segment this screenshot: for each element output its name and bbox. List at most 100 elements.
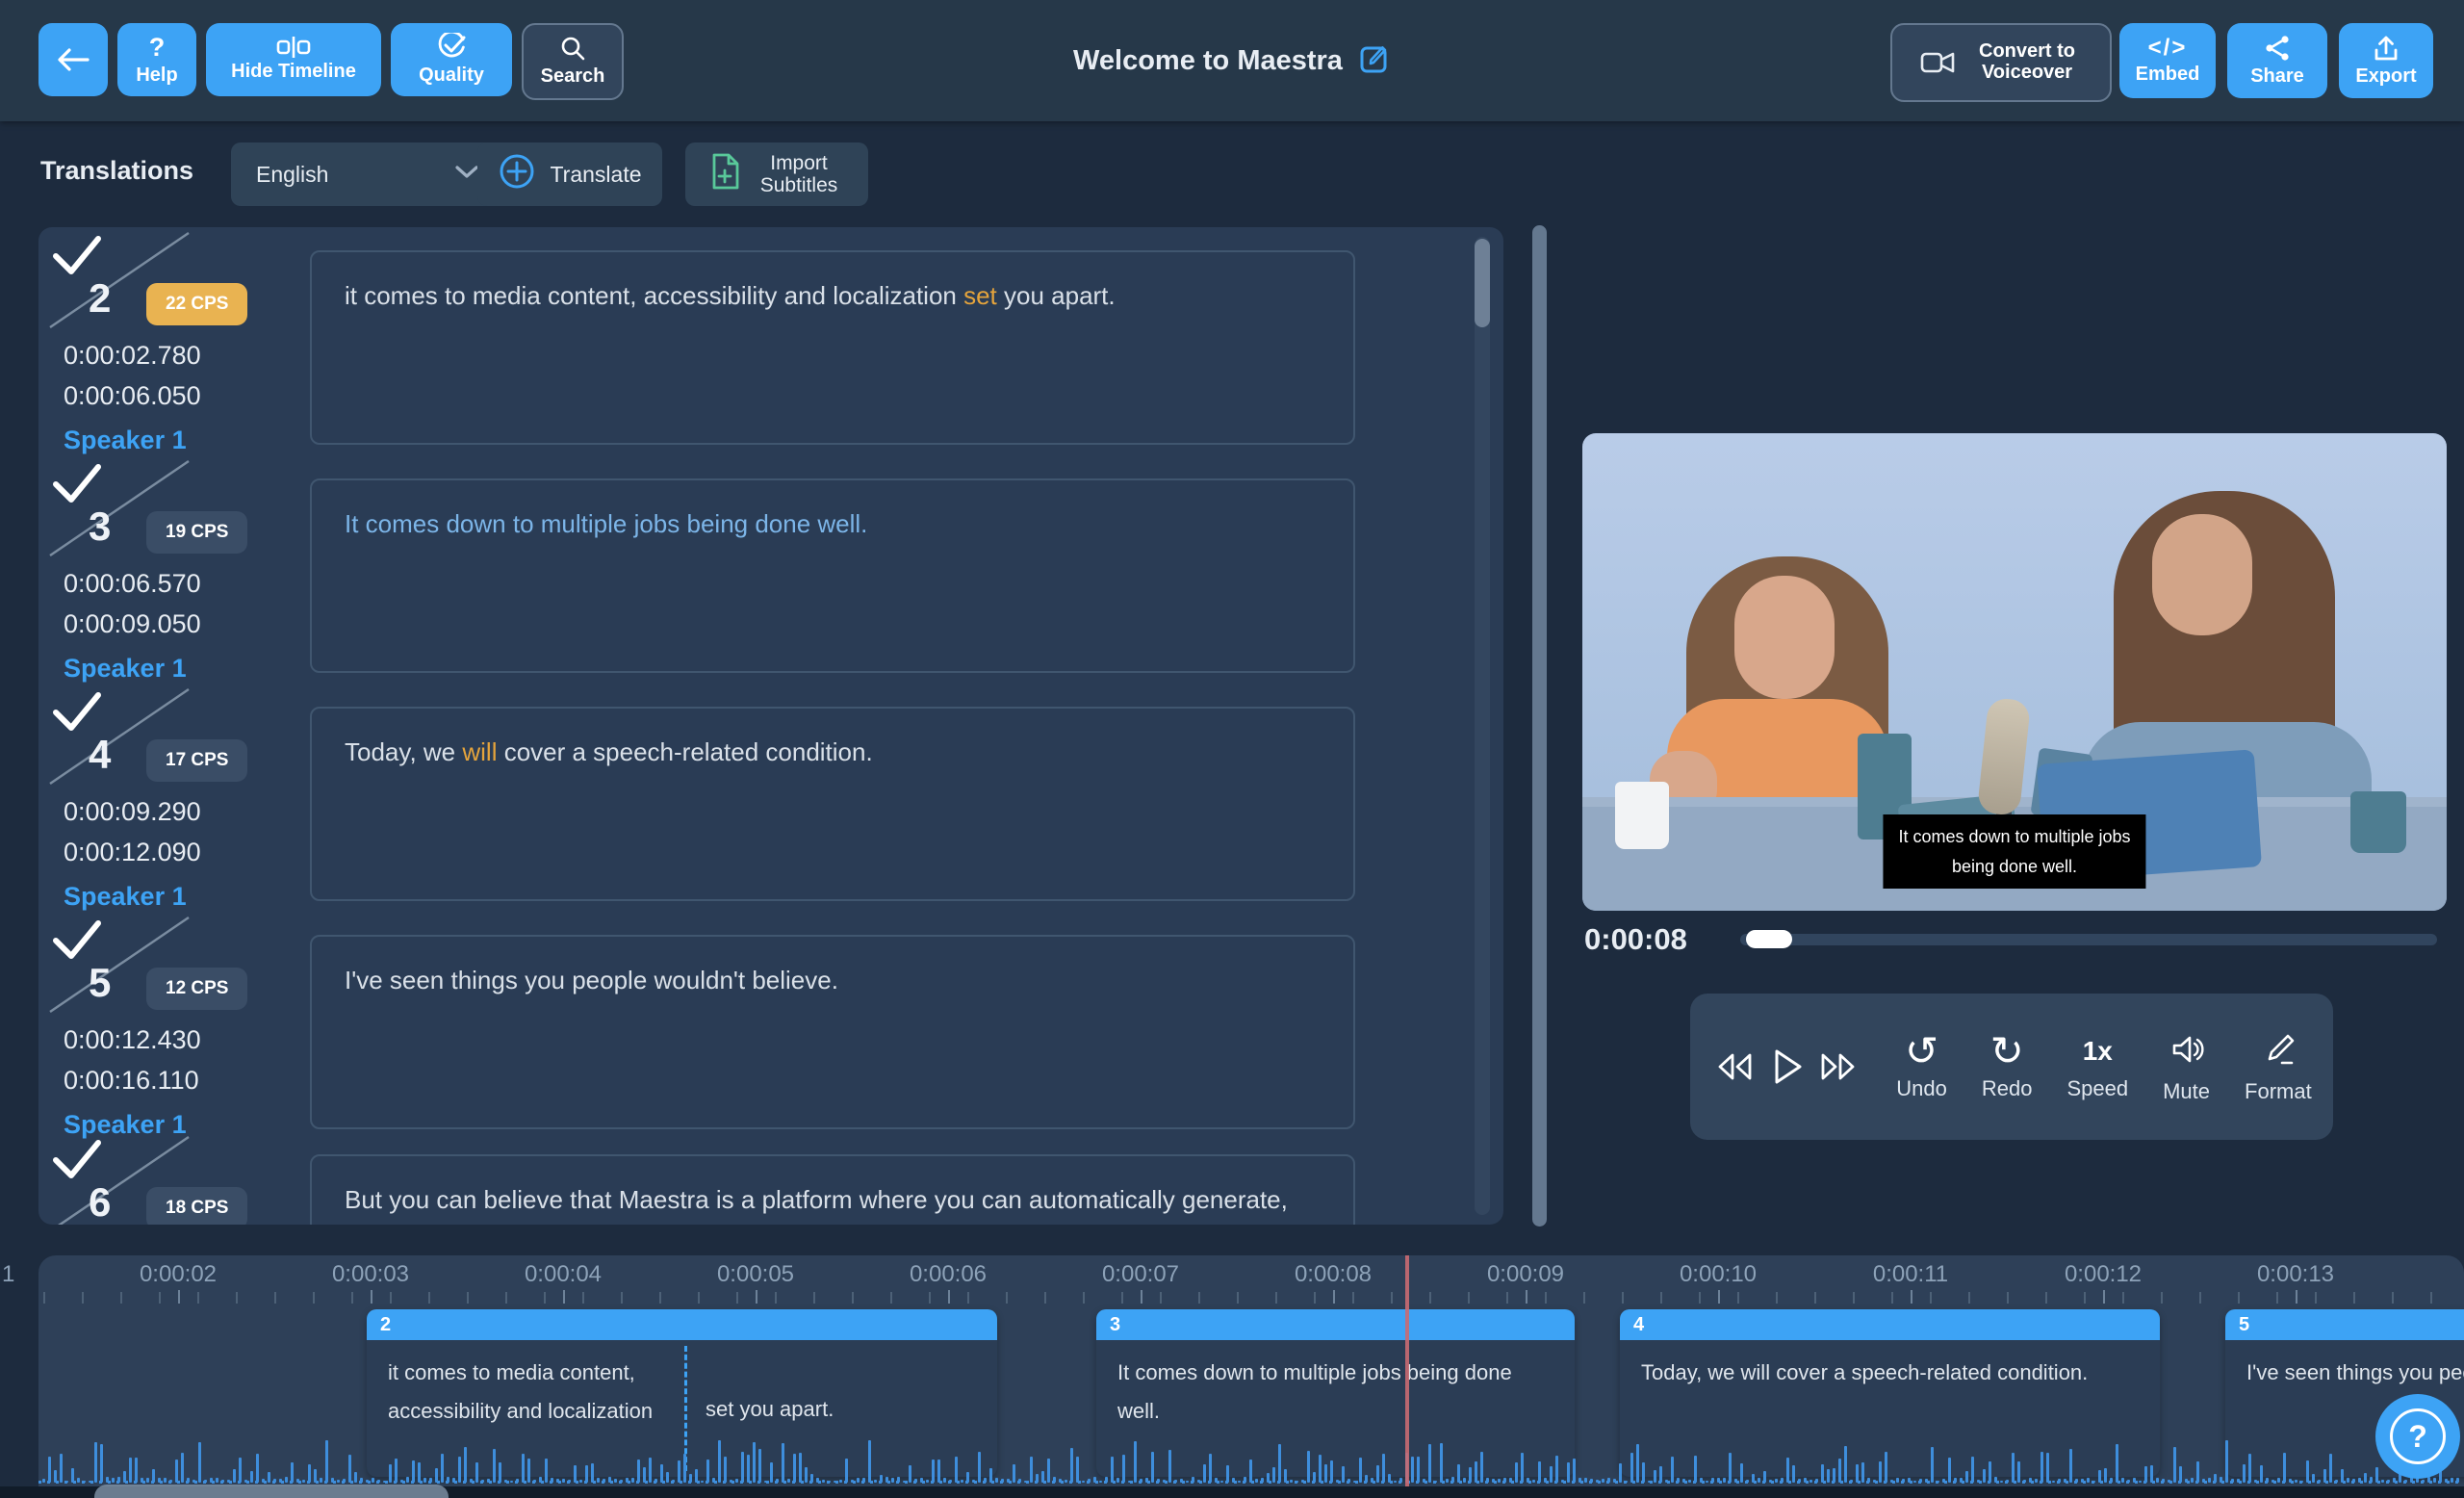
subtitle-row[interactable]: 4 17 CPS 0:00:09.290 0:00:12.090 Speaker… (38, 687, 1503, 921)
end-time[interactable]: 0:00:06.050 (64, 381, 201, 411)
waveform-bar (522, 1454, 525, 1483)
timeline-panel[interactable]: 0:00:02 0:00:03 0:00:04 0:00:05 0:00:06 0:00:… (38, 1255, 2464, 1486)
waveform-bar (2046, 1453, 2049, 1483)
speaker-label[interactable]: Speaker 1 (64, 654, 187, 684)
waveform-bar (747, 1455, 750, 1483)
speed-button[interactable]: 1x Speed (2066, 1032, 2128, 1101)
speaker-icon (2168, 1030, 2206, 1073)
waveform-bar (1694, 1456, 1697, 1483)
video-player[interactable]: It comes down to multiple jobs being don… (1582, 433, 2447, 911)
subtitle-text-box[interactable]: Today, we will cover a speech-related co… (310, 707, 1355, 901)
help-floating-button[interactable]: ? (2375, 1394, 2460, 1479)
panel-divider-handle[interactable] (1532, 225, 1547, 1227)
audio-waveform (38, 1440, 2464, 1486)
waveform-bar (198, 1442, 201, 1483)
subtitle-text-box[interactable]: I've seen things you people wouldn't bel… (310, 935, 1355, 1129)
subtitle-number: 5 (89, 960, 112, 1005)
ruler-minor-ticks (43, 1292, 2459, 1304)
back-button[interactable] (38, 23, 108, 96)
code-icon: </> (2147, 35, 2188, 62)
teal-mug (2350, 791, 2406, 853)
quality-button[interactable]: Quality (391, 23, 512, 96)
format-button[interactable]: Format (2245, 1030, 2312, 1104)
end-time[interactable]: 0:00:16.110 (64, 1066, 199, 1096)
hide-timeline-button[interactable]: Hide Timeline (206, 23, 381, 96)
speaker-label[interactable]: Speaker 1 (64, 426, 187, 455)
language-select[interactable]: English (231, 142, 504, 206)
convert-to-voiceover-label: Convert to Voiceover (1979, 40, 2075, 83)
cps-badge: 19 CPS (146, 511, 248, 554)
translate-label: Translate (550, 161, 642, 187)
waveform-bar (412, 1460, 415, 1483)
mute-button[interactable]: Mute (2163, 1030, 2210, 1104)
waveform-bar (1122, 1455, 1125, 1483)
import-subtitles-button[interactable]: Import Subtitles (685, 142, 868, 206)
list-scrollbar-track[interactable] (1475, 237, 1490, 1215)
block-text-right: set you apart. (706, 1397, 834, 1421)
convert-to-voiceover-button[interactable]: Convert to Voiceover (1890, 23, 2112, 102)
embed-label: Embed (2135, 64, 2200, 86)
import-file-icon (708, 151, 741, 196)
subtitle-text-box[interactable]: It comes down to multiple jobs being don… (310, 478, 1355, 673)
hide-timeline-label: Hide Timeline (231, 61, 356, 83)
playhead[interactable] (1405, 1255, 1409, 1486)
waveform-bar (2225, 1440, 2228, 1483)
redo-button[interactable]: ↻ Redo (1981, 1031, 2033, 1101)
current-time: 0:00:08 (1584, 922, 1687, 956)
waveform-bar (2283, 1453, 2286, 1483)
embed-button[interactable]: </> Embed (2119, 23, 2216, 98)
redo-label: Redo (1981, 1076, 2033, 1100)
check-circle-icon (437, 33, 466, 62)
timeline-block-number[interactable]: 3 (1096, 1309, 1575, 1340)
timeline-tick-label: 0:00:05 (688, 1261, 823, 1304)
share-button[interactable]: Share (2227, 23, 2327, 98)
timeline-block-number[interactable]: 4 (1620, 1309, 2160, 1340)
search-button[interactable]: Search (522, 23, 624, 100)
help-label: Help (136, 64, 178, 86)
caption-line-1: It comes down to multiple jobs (1898, 827, 2131, 846)
waveform-baseline (38, 1481, 2464, 1484)
waveform-bar (649, 1458, 652, 1483)
subtitle-row[interactable]: 5 12 CPS 0:00:12.430 0:00:16.110 Speaker… (38, 916, 1503, 1149)
subtitle-row[interactable]: 3 19 CPS 0:00:06.570 0:00:09.050 Speaker… (38, 459, 1503, 693)
quality-label: Quality (419, 65, 484, 87)
export-button[interactable]: Export (2339, 23, 2433, 98)
start-time[interactable]: 0:00:02.780 (64, 341, 201, 371)
subtitle-text-box[interactable]: But you can believe that Maestra is a pl… (310, 1154, 1355, 1225)
speaker-label[interactable]: Speaker 1 (64, 882, 187, 912)
play-button[interactable] (1767, 1044, 1806, 1090)
rewind-button[interactable] (1711, 1046, 1758, 1088)
subtitle-text-box[interactable]: it comes to media content, accessibility… (310, 250, 1355, 445)
share-label: Share (2250, 65, 2304, 88)
waveform-bar (1047, 1459, 1050, 1483)
timeline-block-number[interactable]: 2 (367, 1309, 997, 1340)
cps-badge: 12 CPS (146, 968, 248, 1010)
help-button[interactable]: ? Help (117, 23, 196, 96)
timeline-block-number[interactable]: 5 (2225, 1309, 2464, 1340)
waveform-bar (1838, 1459, 1841, 1483)
timeline-tick-label: 0:00:11 (1843, 1261, 1978, 1304)
undo-icon: ↺ (1904, 1028, 1939, 1073)
waveform-bar (1630, 1453, 1633, 1483)
start-time[interactable]: 0:00:12.430 (64, 1025, 201, 1055)
timeline-horizontal-scrollbar[interactable] (94, 1485, 449, 1498)
end-time[interactable]: 0:00:09.050 (64, 609, 201, 639)
edit-title-icon[interactable] (1358, 42, 1391, 80)
end-time[interactable]: 0:00:12.090 (64, 838, 201, 867)
waveform-bar (2196, 1461, 2199, 1483)
waveform-bar (291, 1462, 294, 1483)
start-time[interactable]: 0:00:09.290 (64, 797, 201, 827)
undo-button[interactable]: ↺ Undo (1896, 1028, 1947, 1101)
progress-bar-track[interactable] (1740, 934, 2437, 945)
progress-bar-thumb[interactable] (1746, 930, 1792, 948)
start-time[interactable]: 0:00:06.570 (64, 569, 201, 599)
waveform-bar (1567, 1462, 1570, 1483)
list-scrollbar-thumb[interactable] (1475, 239, 1490, 327)
waveform-bar (1480, 1452, 1483, 1483)
fast-forward-button[interactable] (1815, 1046, 1861, 1088)
subtitle-row[interactable]: 2 22 CPS 0:00:02.780 0:00:06.050 Speaker… (38, 231, 1503, 465)
subtitle-row[interactable]: 6 18 CPS But you can believe that Maestr… (38, 1135, 1503, 1225)
translate-button[interactable]: Translate (477, 142, 662, 206)
question-icon: ? (148, 32, 166, 62)
waveform-bar (527, 1459, 530, 1483)
